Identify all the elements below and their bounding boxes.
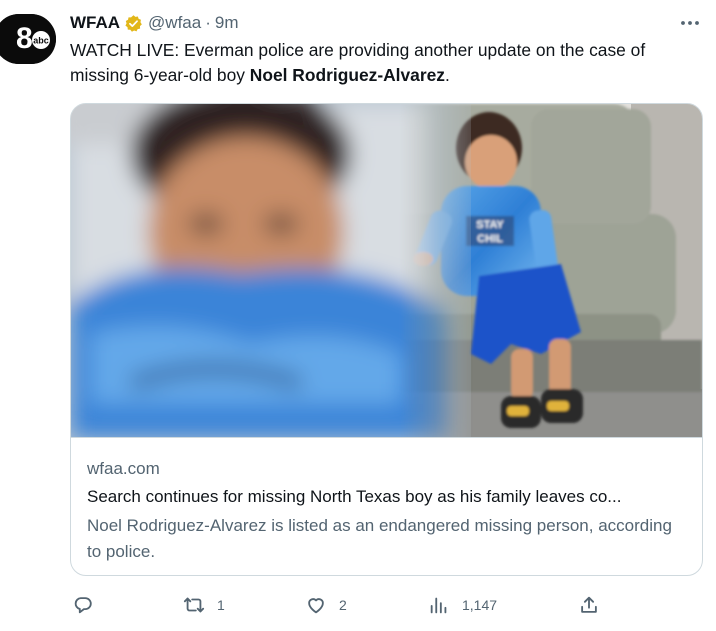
- share-button[interactable]: [578, 590, 600, 620]
- avatar[interactable]: 8 abc: [0, 14, 56, 64]
- avatar-logo-text: abc: [33, 36, 49, 46]
- link-card[interactable]: STAY CHIL wfaa.com Search continues for …: [70, 103, 703, 576]
- like-count: 2: [339, 597, 347, 613]
- retweet-icon: [183, 597, 205, 613]
- card-description: Noel Rodriguez-Alvarez is listed as an e…: [87, 516, 672, 561]
- reply-icon: [74, 597, 92, 614]
- reply-button[interactable]: [72, 590, 94, 620]
- more-horizontal-icon: [681, 21, 699, 25]
- like-button[interactable]: 2: [305, 590, 347, 620]
- tweet[interactable]: 8 abc WFAA @wfaa · 9m WATCH LIVE: Everma…: [0, 0, 716, 631]
- shirt-print-line1: STAY: [476, 219, 504, 231]
- card-title: Search continues for missing North Texas…: [87, 487, 622, 506]
- tweet-text: WATCH LIVE: Everman police are providing…: [70, 38, 704, 88]
- tweet-header: WFAA @wfaa · 9m: [70, 12, 239, 34]
- handle[interactable]: @wfaa: [148, 13, 201, 33]
- timestamp[interactable]: 9m: [215, 13, 239, 33]
- separator-dot: ·: [205, 13, 211, 32]
- tweet-text-bold-name[interactable]: Noel Rodriguez-Alvarez: [250, 65, 445, 85]
- views-icon: [430, 597, 447, 614]
- shirt-print-line2: CHIL: [477, 233, 503, 245]
- card-image[interactable]: STAY CHIL: [71, 104, 702, 438]
- like-icon: [308, 598, 324, 614]
- card-domain: wfaa.com: [87, 459, 160, 478]
- views-count: 1,147: [462, 597, 498, 613]
- retweet-count: 1: [217, 597, 225, 613]
- action-bar: 1 2 1,147: [70, 590, 610, 620]
- more-options-button[interactable]: [678, 12, 702, 34]
- views-button[interactable]: 1,147: [428, 590, 497, 620]
- share-icon: [581, 596, 597, 613]
- display-name[interactable]: WFAA: [70, 13, 120, 33]
- verified-badge-icon: [124, 14, 143, 33]
- tweet-text-end: .: [444, 65, 450, 85]
- avatar-digit: 8: [16, 22, 33, 55]
- retweet-button[interactable]: 1: [183, 590, 225, 620]
